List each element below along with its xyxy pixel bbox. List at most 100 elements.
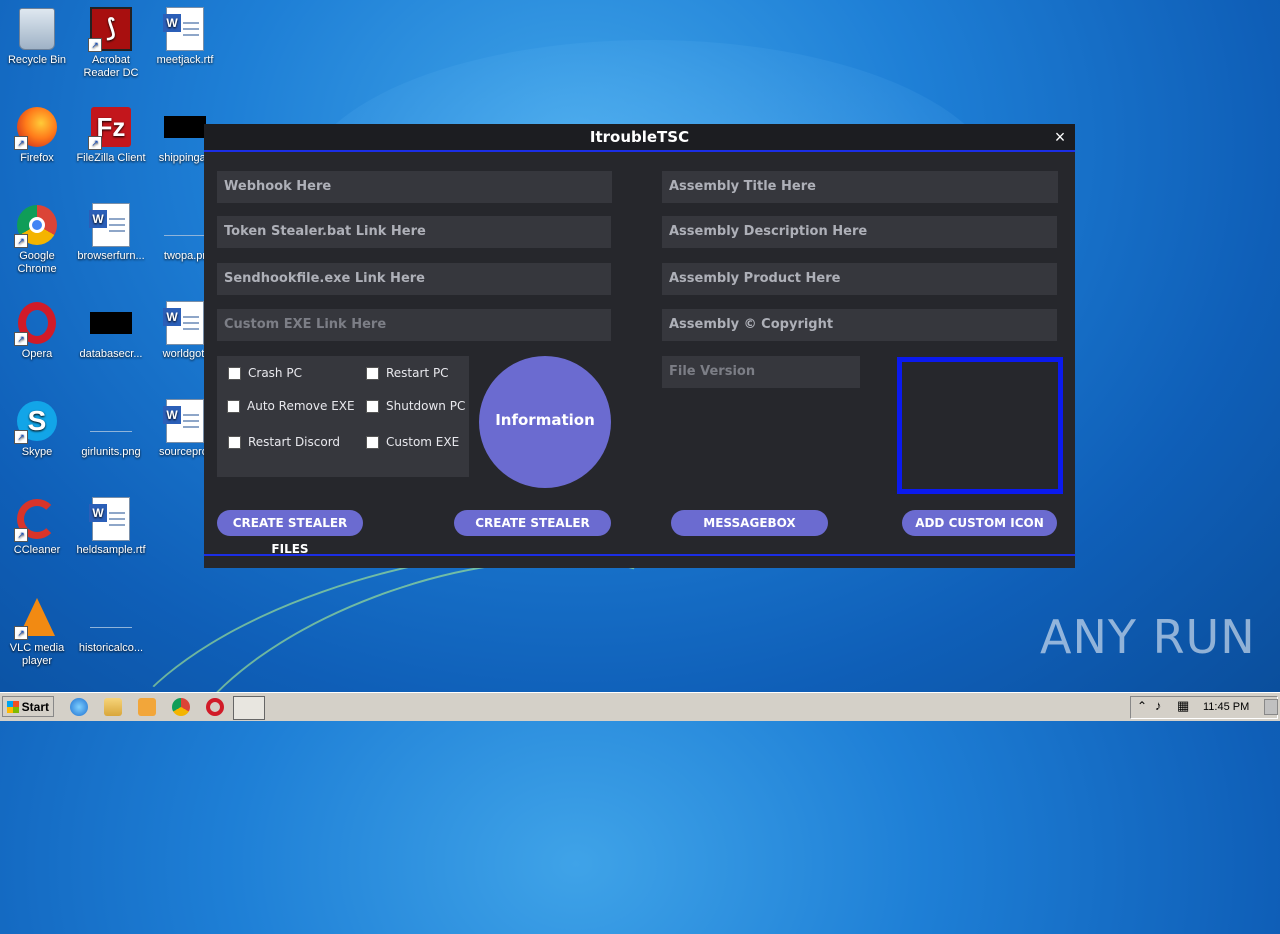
desktop-icon-label: Skype	[21, 446, 53, 458]
checkbox-label: Auto Remove EXE	[247, 399, 355, 413]
checkbox-box[interactable]	[227, 399, 240, 413]
shortcut-arrow-icon: ↗	[14, 332, 28, 346]
custom-exe-checkbox[interactable]: Custom EXE	[366, 435, 459, 449]
desktop-icon-databasecr[interactable]: databasecr...	[74, 302, 148, 361]
shortcut-arrow-icon: ↗	[14, 430, 28, 444]
restart-pc-checkbox[interactable]: Restart PC	[366, 366, 449, 380]
desktop-icon-label: heldsample.rtf	[76, 544, 146, 556]
sendhookfile-link-input[interactable]: Sendhookfile.exe Link Here	[217, 263, 611, 295]
add-custom-icon-button[interactable]: ADD CUSTOM ICON	[902, 510, 1057, 536]
desktop-icon-label: databasecr...	[79, 348, 143, 360]
desktop-icon-chrome[interactable]: ↗ Google Chrome	[0, 204, 74, 276]
internet-explorer-icon[interactable]	[70, 698, 88, 716]
active-app-icon[interactable]	[233, 696, 265, 720]
file-icon	[90, 626, 132, 628]
desktop-icon-recycle-bin[interactable]: Recycle Bin	[0, 8, 74, 67]
desktop-icon-firefox[interactable]: ↗ Firefox	[0, 106, 74, 165]
desktop-icon-label: CCleaner	[13, 544, 61, 556]
assembly-copyright-input[interactable]: Assembly © Copyright	[662, 309, 1057, 341]
desktop-icon-label: VLC media player	[9, 642, 65, 667]
shortcut-arrow-icon: ↗	[88, 38, 102, 52]
information-button[interactable]: Information	[479, 356, 611, 488]
shortcut-arrow-icon: ↗	[88, 136, 102, 150]
shortcut-arrow-icon: ↗	[14, 528, 28, 542]
auto-remove-exe-checkbox[interactable]: Auto Remove EXE	[227, 399, 355, 413]
webhook-input[interactable]: Webhook Here	[217, 171, 612, 203]
desktop-icon-label: FileZilla Client	[76, 152, 146, 164]
checkbox-label: Restart PC	[386, 366, 449, 380]
custom-exe-link-input[interactable]: Custom EXE Link Here	[217, 309, 611, 341]
chrome-icon[interactable]	[172, 698, 190, 716]
desktop-icon-vlc[interactable]: ↗ VLC media player	[0, 596, 74, 668]
desktop-icon-label: historicalco...	[78, 642, 144, 654]
restart-discord-checkbox[interactable]: Restart Discord	[228, 435, 340, 449]
desktop-icon-label: meetjack.rtf	[156, 54, 214, 66]
desktop-icon-girlunits[interactable]: girlunits.png	[74, 400, 148, 459]
desktop-icon-ccleaner[interactable]: ↗ CCleaner	[0, 498, 74, 557]
token-stealer-link-input[interactable]: Token Stealer.bat Link Here	[217, 216, 611, 248]
shortcut-arrow-icon: ↗	[14, 136, 28, 150]
assembly-product-input[interactable]: Assembly Product Here	[662, 263, 1057, 295]
volume-icon[interactable]: ♪	[1155, 698, 1162, 713]
messagebox-button[interactable]: MESSAGEBOX	[671, 510, 828, 536]
desktop-icon-meetjack[interactable]: W meetjack.rtf	[148, 7, 222, 67]
checkbox-box[interactable]	[228, 366, 241, 380]
word-document-icon: W	[89, 203, 130, 247]
image-file-icon	[90, 430, 132, 432]
checkbox-label: Custom EXE	[386, 435, 460, 449]
window-titlebar[interactable]: ItroubleTSC ×	[204, 124, 1075, 152]
anyrun-watermark: ANY RUN	[1040, 610, 1256, 664]
word-document-icon: W	[163, 301, 204, 345]
close-icon[interactable]: ×	[1051, 127, 1069, 147]
window-bottom-border	[204, 554, 1075, 556]
itroubletsc-window: ItroubleTSC × Webhook Here Token Stealer…	[204, 124, 1075, 568]
create-stealer-button[interactable]: CREATE STEALER	[454, 510, 611, 536]
create-stealer-files-button[interactable]: CREATE STEALER FILES	[217, 510, 363, 556]
start-button[interactable]: Start	[2, 696, 54, 717]
desktop-icon-browserfurn[interactable]: W browserfurn...	[74, 203, 148, 263]
file-version-input[interactable]: File Version	[662, 356, 860, 388]
checkbox-box[interactable]	[366, 366, 379, 380]
taskbar: Start ⌃ ♪ ▦ 11:45 PM	[0, 692, 1280, 721]
assembly-title-input[interactable]: Assembly Title Here	[662, 171, 1058, 203]
network-icon[interactable]: ▦	[1177, 698, 1189, 714]
shutdown-pc-checkbox[interactable]: Shutdown PC	[366, 399, 465, 413]
checkbox-box[interactable]	[366, 399, 379, 413]
black-file-icon	[164, 116, 206, 138]
recycle-bin-icon	[19, 8, 55, 50]
show-desktop-button[interactable]	[1264, 699, 1278, 715]
desktop-icon-heldsample[interactable]: W heldsample.rtf	[74, 497, 148, 557]
desktop-icon-label: Firefox	[20, 152, 54, 164]
checkbox-box[interactable]	[228, 435, 241, 449]
custom-icon-preview	[897, 357, 1063, 494]
crash-pc-checkbox[interactable]: Crash PC	[228, 366, 302, 380]
desktop-icon-label: Recycle Bin	[7, 54, 67, 66]
shortcut-arrow-icon: ↗	[14, 234, 28, 248]
desktop-icon-skype[interactable]: S ↗ Skype	[0, 400, 74, 459]
desktop-icon-label: Google Chrome	[17, 250, 57, 275]
desktop-icon-label: browserfurn...	[77, 250, 145, 262]
desktop-icon-label: Acrobat Reader DC	[83, 54, 139, 79]
desktop-icon-historicalco[interactable]: historicalco...	[74, 596, 148, 655]
desktop-icon-label: girlunits.png	[81, 446, 141, 458]
checkbox-label: Shutdown PC	[386, 399, 466, 413]
desktop-icon-opera[interactable]: ↗ Opera	[0, 302, 74, 361]
checkbox-label: Crash PC	[248, 366, 302, 380]
checkbox-label: Restart Discord	[248, 435, 341, 449]
explorer-folder-icon[interactable]	[104, 698, 122, 716]
checkbox-box[interactable]	[366, 435, 379, 449]
window-title: ItroubleTSC	[589, 128, 690, 146]
desktop-icon-acrobat[interactable]: ⟆ ↗ Acrobat Reader DC	[74, 7, 148, 80]
opera-icon[interactable]	[206, 698, 224, 716]
media-player-icon[interactable]	[138, 698, 156, 716]
assembly-description-input[interactable]: Assembly Description Here	[662, 216, 1057, 248]
word-document-icon: W	[163, 7, 204, 51]
clock[interactable]: 11:45 PM	[1203, 701, 1249, 713]
file-icon	[164, 234, 206, 236]
word-document-icon: W	[163, 399, 204, 443]
options-panel: Crash PC Restart PC Auto Remove EXE Shut…	[217, 356, 469, 477]
tray-arrow-icon[interactable]: ⌃	[1137, 699, 1147, 713]
desktop-icon-label: Opera	[21, 348, 53, 360]
desktop-icon-filezilla[interactable]: Fz ↗ FileZilla Client	[74, 106, 148, 165]
windows-logo-icon	[7, 701, 19, 713]
